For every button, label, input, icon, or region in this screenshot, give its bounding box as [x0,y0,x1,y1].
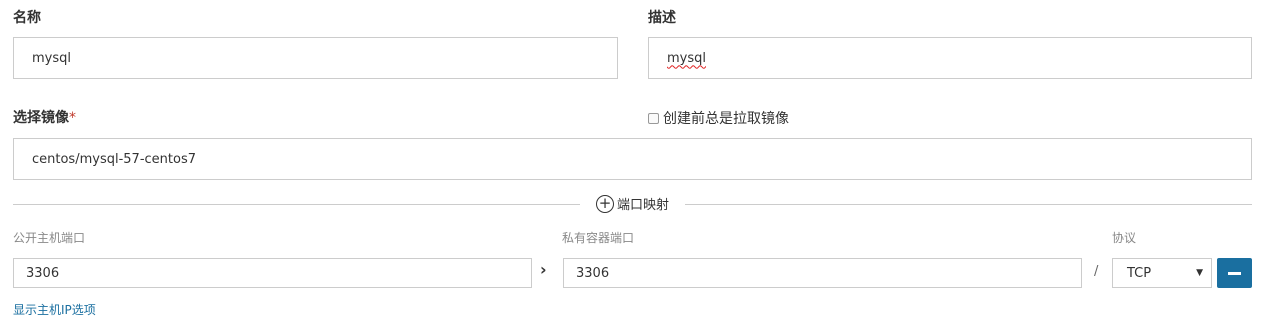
name-input[interactable] [13,37,618,79]
always-pull-option[interactable]: 创建前总是拉取镜像 [648,108,789,128]
plus-circle-icon[interactable]: + [596,194,614,213]
remove-port-mapping-button[interactable] [1217,258,1252,288]
image-label: 选择镜像* [13,107,76,127]
image-input[interactable] [13,138,1252,180]
protocol-label: 协议 [1112,231,1137,245]
private-port-input[interactable] [563,258,1082,288]
name-label: 名称 [13,10,41,26]
add-port-mapping-label: 端口映射 [617,198,670,213]
protocol-selected-value: TCP [1127,265,1152,281]
description-label: 描述 [648,10,676,26]
divider-left [13,204,580,205]
description-input[interactable]: mysql [648,37,1252,79]
image-label-text: 选择镜像 [13,110,69,126]
minus-icon [1228,271,1241,275]
public-port-label: 公开主机端口 [13,231,86,245]
public-port-input[interactable] [13,258,532,288]
always-pull-label: 创建前总是拉取镜像 [663,111,789,127]
description-value: mysql [667,50,706,66]
always-pull-checkbox[interactable] [648,112,659,124]
add-port-mapping-button[interactable]: + 端口映射 [596,194,669,213]
private-port-label: 私有容器端口 [562,231,635,245]
divider-right [685,204,1252,205]
required-mark: * [69,110,76,126]
chevron-down-icon: ▼ [1196,268,1203,278]
protocol-separator: / [1094,264,1099,279]
show-host-ip-options-link[interactable]: 显示主机IP选项 [13,301,96,318]
chevron-right-icon: › [540,260,547,279]
protocol-select[interactable]: TCP ▼ [1112,258,1212,288]
